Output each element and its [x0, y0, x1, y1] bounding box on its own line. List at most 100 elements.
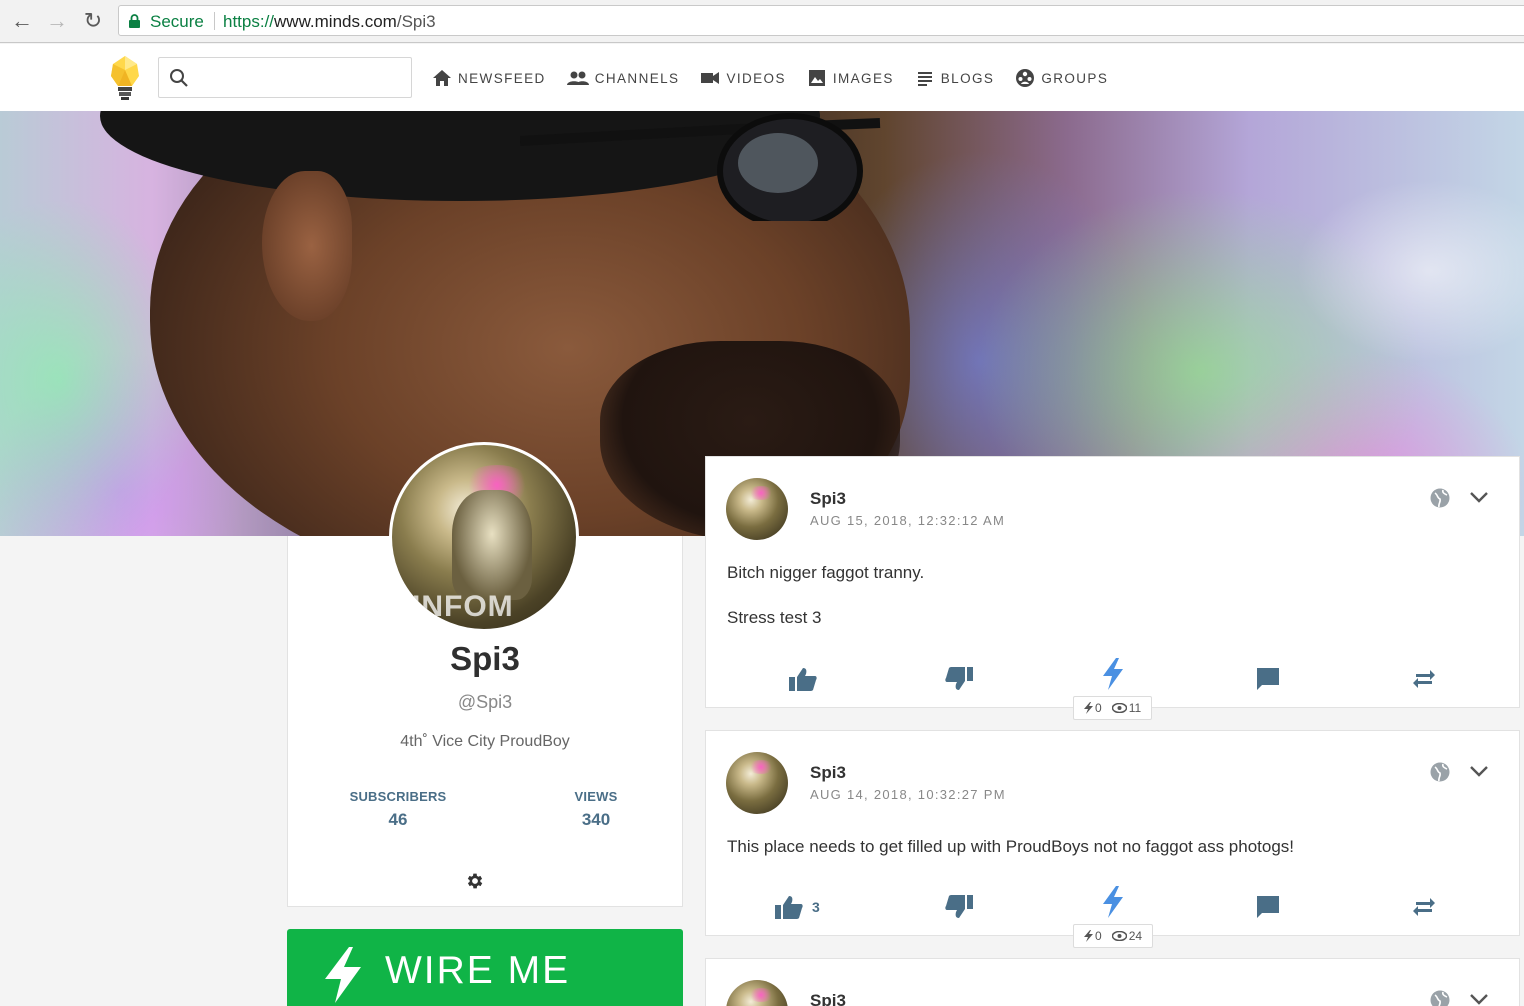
- lightning-icon: [1103, 886, 1123, 918]
- views-label: VIEWS: [574, 789, 618, 804]
- chevron-down-icon[interactable]: [1468, 486, 1490, 508]
- comment-button[interactable]: [1255, 892, 1281, 922]
- site-topbar: NEWSFEED CHANNELS VIDEOS IMAGES BLOGS GR…: [0, 44, 1524, 111]
- address-divider: [214, 12, 215, 30]
- upvote-count: 3: [812, 899, 820, 915]
- video-camera-icon: [701, 72, 720, 84]
- thumbs-down-icon: [945, 895, 973, 918]
- lock-icon: [129, 14, 140, 28]
- thumbs-up-icon: [789, 668, 817, 691]
- thumbs-down-button[interactable]: [944, 892, 974, 922]
- subscribers-count: 46: [388, 810, 408, 829]
- home-icon: [433, 70, 451, 86]
- lightning-small-icon: [1084, 702, 1093, 714]
- post-author[interactable]: Spi3: [810, 763, 846, 783]
- repeat-icon: [1413, 670, 1435, 688]
- view-count: 24: [1128, 929, 1143, 943]
- nav-images-label: IMAGES: [832, 70, 894, 86]
- chevron-down-icon[interactable]: [1468, 760, 1490, 782]
- profile-name: Spi3: [450, 640, 520, 677]
- comment-icon: [1257, 668, 1279, 690]
- nav-blogs-label: BLOGS: [940, 70, 995, 86]
- profile-bio: 4th˚ Vice City ProudBoy: [400, 733, 570, 750]
- search-box[interactable]: [158, 57, 412, 98]
- views-stat: VIEWS 340: [526, 789, 666, 830]
- post-timestamp[interactable]: AUG 14, 2018, 10:32:27 PM: [810, 787, 1006, 802]
- repeat-icon: [1413, 898, 1435, 916]
- nav-videos[interactable]: VIDEOS: [700, 66, 785, 90]
- chevron-down-icon[interactable]: [1468, 988, 1490, 1006]
- thumbs-down-icon: [945, 667, 973, 690]
- forward-arrow-icon[interactable]: →: [45, 9, 69, 33]
- banner-sunglasses: [520, 113, 881, 221]
- nav-groups[interactable]: GROUPS: [1015, 66, 1108, 90]
- wire-button[interactable]: [1101, 658, 1125, 690]
- lines-icon: [917, 72, 932, 86]
- search-input[interactable]: [197, 64, 402, 91]
- main-nav: NEWSFEED CHANNELS VIDEOS IMAGES BLOGS GR…: [432, 66, 1129, 90]
- nav-groups-label: GROUPS: [1041, 70, 1109, 86]
- comment-button[interactable]: [1255, 664, 1281, 694]
- wire-me-label: WIRE ME: [385, 949, 571, 992]
- eye-icon: [1111, 931, 1127, 941]
- wire-button[interactable]: [1101, 886, 1125, 918]
- post-author[interactable]: Spi3: [810, 489, 846, 509]
- activity-post: Spi3 AUG 14, 2018, 10:32:27 PM This plac…: [705, 730, 1520, 948]
- url-scheme: https://: [223, 12, 275, 31]
- nav-newsfeed-label: NEWSFEED: [458, 70, 546, 86]
- globe-icon: [1430, 990, 1450, 1006]
- thumbs-up-icon: [775, 896, 803, 919]
- comment-icon: [1257, 896, 1279, 918]
- gear-icon[interactable]: [465, 871, 485, 891]
- eye-icon: [1111, 703, 1127, 713]
- lightning-small-icon: [1084, 930, 1093, 942]
- post-author[interactable]: Spi3: [810, 991, 846, 1006]
- address-bar[interactable]: Secure https://www.minds.com/Spi3: [118, 5, 1524, 36]
- groups-icon: [1016, 69, 1035, 87]
- post-text-line: Bitch nigger faggot tranny.: [727, 563, 925, 582]
- search-icon: [170, 69, 188, 87]
- url-text[interactable]: https://www.minds.com/Spi3: [223, 12, 436, 32]
- wire-count: 0: [1095, 929, 1102, 943]
- profile-avatar[interactable]: INFOM: [389, 442, 579, 632]
- post-metrics: 0 11: [1073, 696, 1153, 720]
- subscribers-stat[interactable]: SUBSCRIBERS 46: [328, 789, 468, 830]
- views-count: 340: [581, 810, 611, 829]
- reload-icon[interactable]: ↻: [81, 9, 105, 33]
- thumbs-up-button[interactable]: [788, 664, 818, 694]
- globe-icon: [1430, 488, 1450, 508]
- secure-label: Secure: [150, 12, 204, 31]
- post-avatar[interactable]: [726, 478, 788, 540]
- wire-me-button[interactable]: WIRE ME: [287, 929, 683, 1006]
- nav-channels[interactable]: CHANNELS: [566, 66, 680, 90]
- people-icon: [566, 71, 589, 85]
- activity-post: Spi3 AUG 15, 2018, 12:32:12 AM Bitch nig…: [705, 456, 1520, 720]
- post-timestamp[interactable]: AUG 15, 2018, 12:32:12 AM: [810, 513, 1005, 528]
- wire-count: 0: [1095, 701, 1102, 715]
- post-avatar[interactable]: [726, 980, 788, 1006]
- nav-newsfeed[interactable]: NEWSFEED: [432, 66, 546, 90]
- thumbs-down-button[interactable]: [944, 664, 974, 694]
- profile-handle: @Spi3: [457, 692, 513, 712]
- subscribers-label: SUBSCRIBERS: [349, 789, 447, 804]
- post-text-line: Stress test 3: [727, 608, 822, 627]
- post-avatar[interactable]: [726, 752, 788, 814]
- back-arrow-icon[interactable]: ←: [10, 9, 34, 33]
- thumbs-up-button[interactable]: 3: [774, 892, 820, 922]
- url-path: /Spi3: [396, 12, 436, 31]
- url-host: www.minds.com: [274, 12, 397, 31]
- nav-videos-label: VIDEOS: [726, 70, 786, 86]
- post-text-line: This place needs to get filled up with P…: [727, 837, 1295, 856]
- banner-ear: [262, 171, 352, 321]
- globe-icon: [1430, 762, 1450, 782]
- nav-images[interactable]: IMAGES: [807, 66, 894, 90]
- remind-button[interactable]: [1412, 664, 1436, 694]
- browser-toolbar: ← → ↻ Secure https://www.minds.com/Spi3: [0, 0, 1524, 43]
- post-metrics: 0 24: [1073, 924, 1154, 948]
- lightning-icon: [1103, 658, 1123, 690]
- minds-bulb-logo[interactable]: [108, 54, 142, 102]
- nav-blogs[interactable]: BLOGS: [915, 66, 995, 90]
- activity-post: Spi3: [705, 958, 1520, 1006]
- remind-button[interactable]: [1412, 892, 1436, 922]
- lightning-icon: [325, 947, 361, 1003]
